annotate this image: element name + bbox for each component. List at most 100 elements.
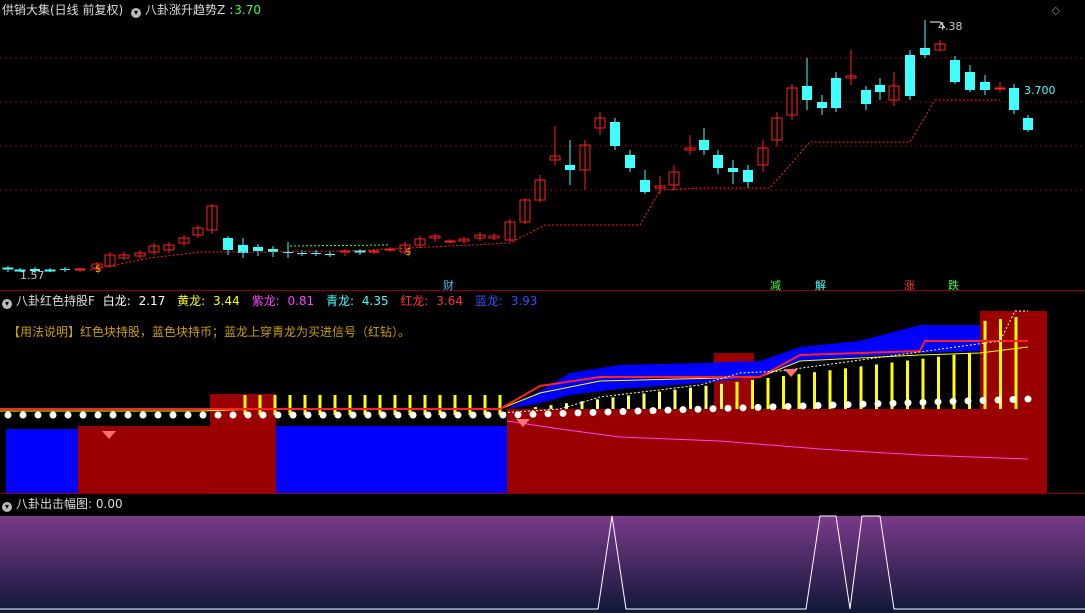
candle-body <box>565 165 575 170</box>
white-dot <box>994 396 1002 404</box>
white-dot <box>454 411 462 419</box>
white-dot <box>664 406 672 414</box>
candle-body <box>950 60 960 82</box>
white-dot <box>904 399 912 407</box>
candle-body <box>728 168 738 172</box>
candle-body <box>311 253 321 254</box>
high-label: 4.38 <box>938 20 963 33</box>
white-dot <box>619 408 627 416</box>
white-dot <box>919 398 927 406</box>
white-dot <box>469 411 477 419</box>
candle-body <box>74 268 86 271</box>
white-dot <box>679 406 687 414</box>
hold-indicator-chart[interactable] <box>0 291 1085 494</box>
candlestick-chart[interactable]: $$ <box>0 0 1085 291</box>
white-dot <box>709 405 717 413</box>
white-dot <box>739 404 747 412</box>
white-dot <box>379 411 387 419</box>
indicator-menu-icon[interactable]: ▾ <box>131 8 142 18</box>
candle-body <box>713 155 723 168</box>
candle-body <box>610 122 620 146</box>
legend-lanlong: 蓝龙: 3.93 <box>474 294 538 308</box>
indicator-panel[interactable]: ▾ 八卦红色持股F 白龙: 2.17 黄龙: 3.44 紫龙: 0.81 青龙: … <box>0 291 1085 494</box>
white-dot <box>634 407 642 415</box>
white-dot <box>109 411 117 419</box>
white-dot <box>79 411 87 419</box>
candle-body <box>238 245 248 253</box>
candle-body <box>875 85 885 92</box>
signal-line <box>289 244 391 247</box>
buy-marker-icon: $ <box>405 247 411 258</box>
white-dot <box>544 410 552 418</box>
white-dot <box>529 410 537 418</box>
stock-title: 供销大集(日线 前复权) <box>2 3 124 17</box>
white-dot <box>184 411 192 419</box>
indicator-menu-icon[interactable]: ▾ <box>2 502 12 512</box>
indicator-menu-icon[interactable]: ▾ <box>2 299 12 309</box>
white-dot <box>289 411 297 419</box>
white-dot <box>274 411 282 419</box>
cash-block <box>276 426 507 493</box>
indicator-name: 八卦涨升趋势Z <box>145 3 226 17</box>
white-dot <box>439 411 447 419</box>
white-dot <box>514 411 522 419</box>
white-dot <box>604 408 612 416</box>
candle-body <box>802 86 812 100</box>
strike-chart[interactable] <box>0 494 1085 613</box>
candle-body <box>1023 118 1033 130</box>
white-dot <box>64 411 72 419</box>
white-dot <box>169 411 177 419</box>
candle-body <box>2 267 14 270</box>
white-dot <box>94 411 102 419</box>
white-dot <box>19 411 27 419</box>
white-dot <box>964 397 972 405</box>
candle-body <box>625 155 635 168</box>
main-panel-header: 供销大集(日线 前复权) ▾ 八卦涨升趋势Z:3.70 <box>2 3 262 18</box>
white-dot <box>769 403 777 411</box>
main-chart-panel[interactable]: $ $ 供销大集(日线 前复权) ▾ 八卦涨升趋势Z:3.70 ◇ 4.38 1.5… <box>0 0 1085 292</box>
strike-background <box>0 516 1085 613</box>
candle-body <box>831 78 841 108</box>
candle-body <box>223 238 233 250</box>
candle-body <box>980 82 990 90</box>
candle-body <box>60 269 70 270</box>
legend-zilong: 紫龙: 0.81 <box>251 294 315 308</box>
white-dot <box>4 411 12 419</box>
white-dot <box>1024 395 1032 403</box>
legend-honglong: 红龙: 3.64 <box>400 294 464 308</box>
white-dot <box>199 411 207 419</box>
white-dot <box>844 401 852 409</box>
current-price-label: 3.700 <box>1024 84 1056 97</box>
diamond-icon[interactable]: ◇ <box>1052 4 1060 17</box>
white-dot <box>124 411 132 419</box>
white-dot <box>829 401 837 409</box>
candle-body <box>817 102 827 108</box>
white-dot <box>214 411 222 419</box>
white-dot <box>229 411 237 419</box>
white-dot <box>154 411 162 419</box>
white-dot <box>574 409 582 417</box>
mid-panel-header: ▾ 八卦红色持股F 白龙: 2.17 黄龙: 3.44 紫龙: 0.81 青龙: … <box>2 294 545 309</box>
candle-body <box>905 55 915 96</box>
white-dot <box>319 411 327 419</box>
white-dot <box>424 411 432 419</box>
candle-body <box>444 240 456 243</box>
indicator-value: 3.70 <box>234 3 262 17</box>
white-dot <box>724 404 732 412</box>
candle-body <box>253 247 263 251</box>
buy-marker-icon: $ <box>95 264 101 275</box>
white-dot <box>754 403 762 411</box>
white-dot <box>259 411 267 419</box>
strike-panel[interactable]: ▾ 八卦出击幅图: 0.00 <box>0 494 1085 613</box>
candle-body <box>1009 88 1019 110</box>
white-dot <box>649 407 657 415</box>
white-dot <box>244 411 252 419</box>
white-dot <box>139 411 147 419</box>
usage-note: 【用法说明】红色块持股，蓝色块持币；蓝龙上穿青龙为买进信号（红钻）。 <box>8 325 411 339</box>
white-dot <box>394 411 402 419</box>
bottom-panel-header: ▾ 八卦出击幅图: 0.00 <box>2 497 127 512</box>
candle-body <box>44 269 56 272</box>
white-dot <box>559 409 567 417</box>
candle-body <box>368 250 380 253</box>
candle-body <box>325 254 335 255</box>
